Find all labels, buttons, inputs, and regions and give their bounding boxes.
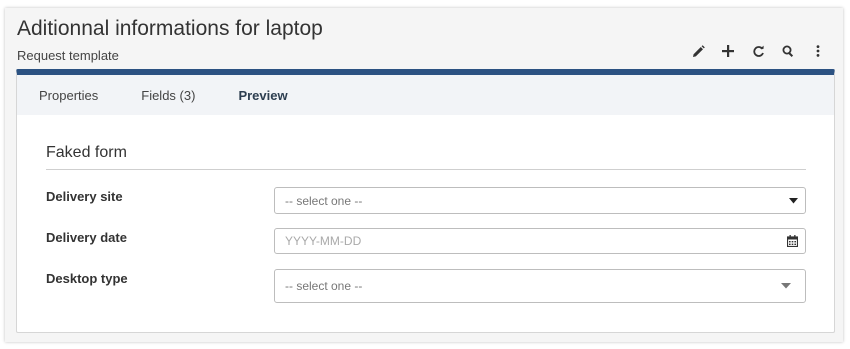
- more-vertical-icon: [816, 45, 820, 57]
- add-button[interactable]: [713, 42, 743, 60]
- search-button[interactable]: [773, 42, 803, 60]
- edit-button[interactable]: [683, 42, 713, 60]
- tab-properties[interactable]: Properties: [39, 88, 98, 103]
- pencil-icon: [692, 44, 705, 58]
- request-template-card: Aditionnal informations for laptop Reque…: [5, 8, 843, 342]
- toolbar: [683, 42, 833, 60]
- form-legend: Faked form: [46, 144, 806, 170]
- tab-fields[interactable]: Fields (3): [141, 88, 195, 103]
- delivery-site-select[interactable]: -- select one --: [274, 187, 806, 214]
- tab-bar: Properties Fields (3) Preview: [17, 75, 834, 115]
- detail-panel: Properties Fields (3) Preview Faked form…: [16, 69, 835, 333]
- more-button[interactable]: [803, 42, 833, 60]
- delivery-date-placeholder: YYYY-MM-DD: [285, 234, 362, 248]
- refresh-button[interactable]: [743, 42, 773, 60]
- delivery-date-input[interactable]: YYYY-MM-DD: [274, 228, 806, 254]
- tab-preview[interactable]: Preview: [238, 88, 287, 103]
- desktop-type-select[interactable]: -- select one --: [274, 269, 806, 303]
- caret-down-icon: [781, 283, 791, 289]
- caret-down-icon: [789, 197, 798, 204]
- delivery-date-label: Delivery date: [46, 230, 127, 245]
- plus-icon: [722, 45, 734, 57]
- page-subtitle: Request template: [17, 48, 119, 63]
- desktop-type-label: Desktop type: [46, 271, 128, 286]
- calendar-icon[interactable]: [787, 235, 798, 247]
- delivery-site-value: -- select one --: [285, 193, 363, 208]
- desktop-type-value: -- select one --: [285, 279, 363, 293]
- search-icon: [782, 45, 794, 57]
- page-title: Aditionnal informations for laptop: [17, 17, 323, 40]
- delivery-site-label: Delivery site: [46, 189, 123, 204]
- refresh-icon: [752, 45, 765, 58]
